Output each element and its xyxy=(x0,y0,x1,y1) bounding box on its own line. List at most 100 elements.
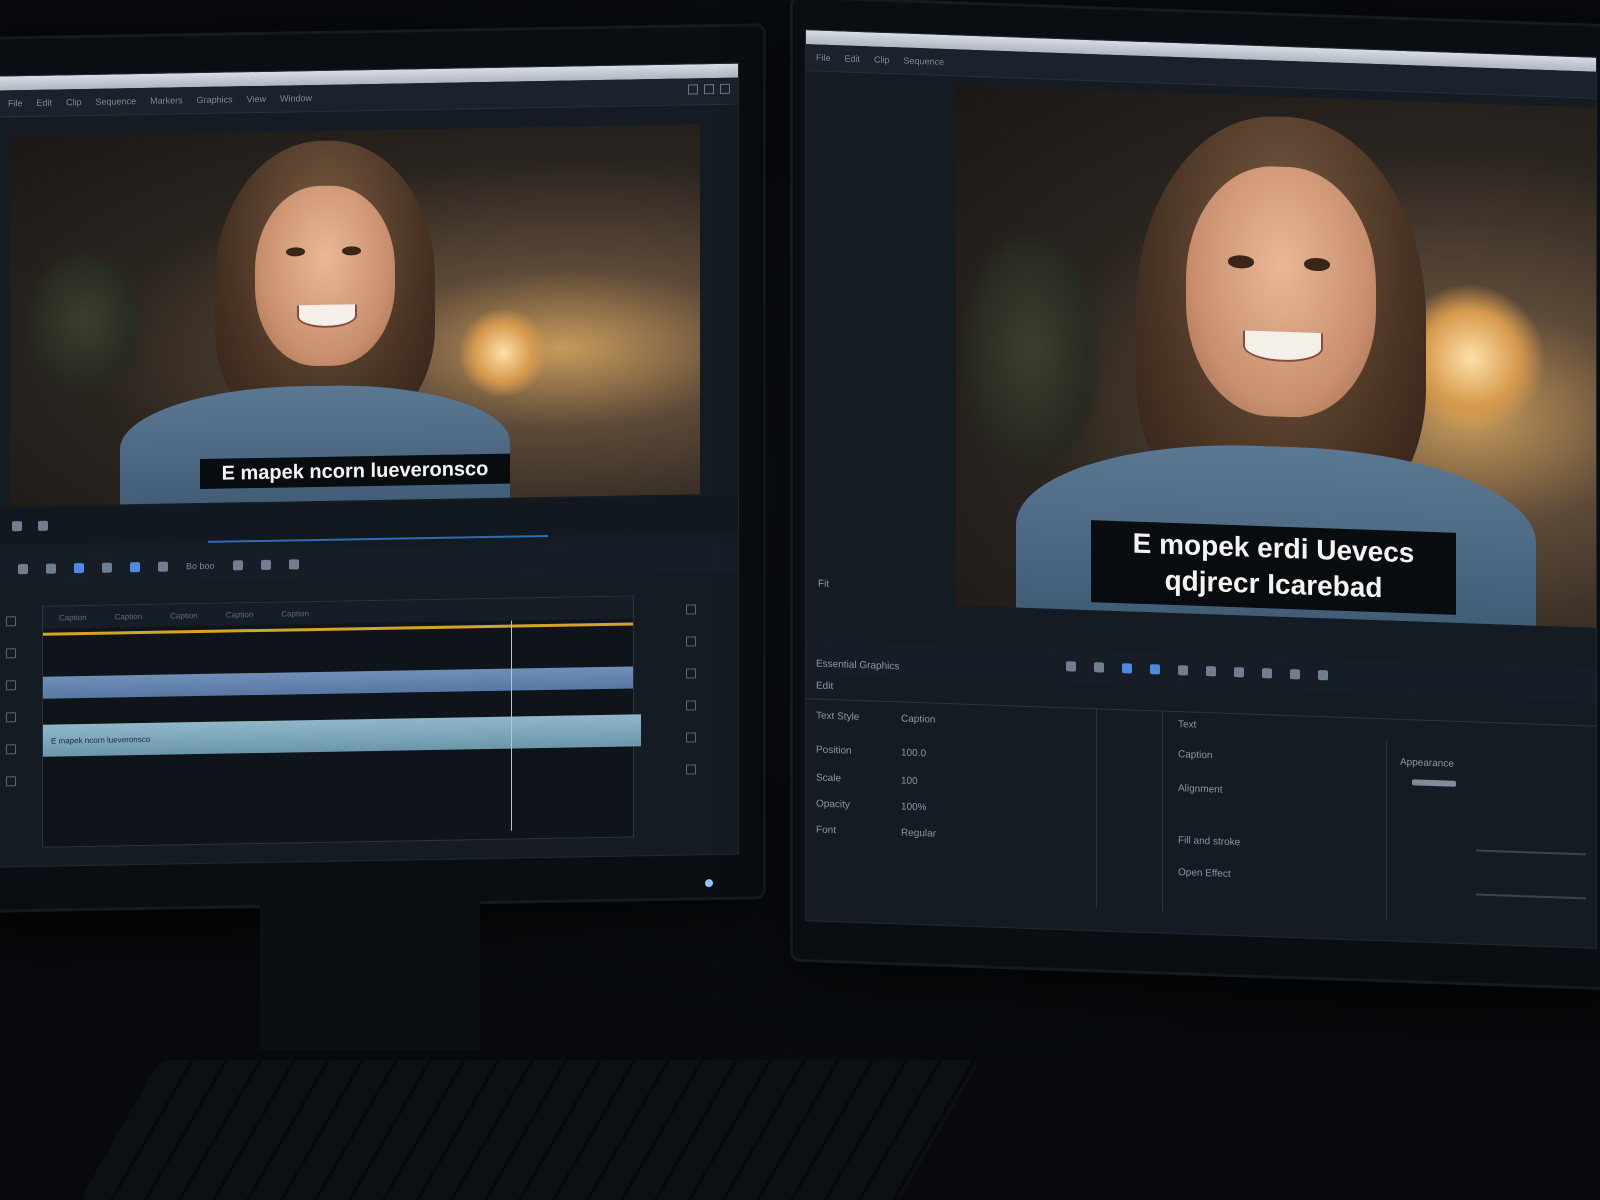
lock-track-icon[interactable] xyxy=(6,680,16,691)
snap-icon[interactable] xyxy=(260,559,271,570)
zoom-icon[interactable] xyxy=(686,732,696,743)
playhead[interactable] xyxy=(511,620,512,831)
scale-slider[interactable] xyxy=(1476,849,1586,856)
zoom-icon[interactable] xyxy=(686,636,696,647)
camera-icon[interactable] xyxy=(1290,669,1300,680)
right-monitor: File Edit Clip Sequence E mopek erdi Uev… xyxy=(790,0,1600,991)
menu-markers[interactable]: Markers xyxy=(150,95,183,106)
step-forward-icon[interactable] xyxy=(1150,664,1160,675)
lock-track-icon[interactable] xyxy=(6,616,16,627)
play-icon[interactable] xyxy=(12,521,22,532)
play-icon[interactable] xyxy=(1122,663,1132,674)
section-item[interactable]: Alignment xyxy=(1178,783,1222,796)
keyboard xyxy=(79,1060,981,1200)
menu-view[interactable]: View xyxy=(247,94,266,104)
left-caption-overlay[interactable]: E mapek ncorn lueveronsco xyxy=(200,453,510,490)
timeline-panel[interactable]: Caption Caption Caption Caption Caption … xyxy=(42,595,641,848)
add-button-icon[interactable] xyxy=(1318,670,1328,681)
prop-value[interactable]: Regular xyxy=(901,827,936,839)
divider xyxy=(1162,710,1163,911)
type-tool-icon[interactable] xyxy=(130,562,140,573)
section-header: Text xyxy=(1178,719,1197,731)
right-caption-overlay[interactable]: E mopek erdi Uevecs qdjrecr Icarebad xyxy=(1091,520,1456,615)
insert-icon[interactable] xyxy=(1178,665,1188,676)
menu-window[interactable]: Window xyxy=(280,93,312,104)
prop-value[interactable]: 100% xyxy=(901,801,927,813)
lock-track-icon[interactable] xyxy=(6,648,16,659)
lock-track-icon[interactable] xyxy=(6,712,16,723)
program-monitor-viewer[interactable]: E mopek erdi Uevecs qdjrecr Icarebad xyxy=(956,85,1596,628)
left-tools-toolbar: Bo boo xyxy=(0,541,738,585)
prop-label: Font xyxy=(816,824,837,837)
menu-clip[interactable]: Clip xyxy=(66,97,82,107)
menu-graphics[interactable]: Graphics xyxy=(197,94,233,105)
section-item[interactable]: Fill and stroke xyxy=(1178,835,1240,848)
prop-value[interactable]: Caption xyxy=(901,713,935,725)
caption-clip[interactable]: E mapek ncorn lueveronsco xyxy=(43,714,641,757)
razor-tool-icon[interactable] xyxy=(46,563,56,574)
zoom-icon[interactable] xyxy=(686,668,696,679)
prop-label: Text Style xyxy=(816,710,860,723)
prop-label: Scale xyxy=(816,772,842,785)
clip-label: Caption xyxy=(281,608,309,619)
track-header-tools xyxy=(6,616,16,787)
menu-clip[interactable]: Clip xyxy=(874,55,890,66)
lock-track-icon[interactable] xyxy=(6,776,16,787)
pen-tool-icon[interactable] xyxy=(158,561,168,572)
clip-label: Caption xyxy=(59,612,87,622)
clip-label: Caption xyxy=(114,611,143,622)
zoom-icon[interactable] xyxy=(686,604,696,615)
person-on-camera xyxy=(120,138,510,507)
zoom-icon[interactable] xyxy=(686,700,696,711)
select-tool-icon[interactable] xyxy=(18,564,28,575)
video-clip[interactable] xyxy=(43,666,633,699)
menu-sequence[interactable]: Sequence xyxy=(96,96,137,107)
toolbar-label: Bo boo xyxy=(186,560,215,572)
power-led xyxy=(705,879,713,888)
right-tools-toolbar xyxy=(806,640,1596,702)
settings-icon[interactable] xyxy=(1262,668,1272,679)
eye xyxy=(285,247,306,257)
prop-label: Opacity xyxy=(816,798,850,811)
ripple-tool-icon[interactable] xyxy=(74,563,84,574)
clip-label: Caption xyxy=(170,610,198,621)
menu-edit[interactable]: Edit xyxy=(37,98,53,108)
menu-edit[interactable]: Edit xyxy=(845,53,861,64)
rotation-slider[interactable] xyxy=(1476,893,1586,900)
mark-in-icon[interactable] xyxy=(1066,661,1076,672)
section-item[interactable]: Caption xyxy=(1178,749,1212,761)
menu-sequence[interactable]: Sequence xyxy=(904,56,945,67)
menu-file[interactable]: File xyxy=(8,98,23,108)
eye xyxy=(1227,254,1255,269)
step-back-icon[interactable] xyxy=(38,520,48,531)
divider xyxy=(1386,740,1387,921)
right-column-label: Appearance xyxy=(1400,756,1454,770)
close-icon[interactable] xyxy=(720,83,730,94)
smile xyxy=(297,304,357,329)
export-frame-icon[interactable] xyxy=(1234,667,1244,678)
left-monitor-stand xyxy=(260,900,480,1050)
right-editor-window: File Edit Clip Sequence E mopek erdi Uev… xyxy=(805,29,1597,949)
smile xyxy=(1243,330,1323,363)
left-editor-window: File Edit Clip Sequence Markers Graphics… xyxy=(0,62,739,868)
mark-out-icon[interactable] xyxy=(1094,662,1104,673)
prop-value[interactable]: 100.0 xyxy=(901,747,926,759)
zoom-fit-select[interactable]: Fit xyxy=(818,579,829,590)
zoom-icon[interactable] xyxy=(686,764,696,775)
divider xyxy=(1096,708,1097,909)
link-icon[interactable] xyxy=(288,559,299,570)
lock-track-icon[interactable] xyxy=(6,744,16,755)
caption-clip-text: E mapek ncorn lueveronsco xyxy=(51,734,151,746)
menu-file[interactable]: File xyxy=(816,52,831,63)
left-monitor: File Edit Clip Sequence Markers Graphics… xyxy=(0,23,766,913)
marker-icon[interactable] xyxy=(232,560,243,571)
maximize-icon[interactable] xyxy=(704,84,714,95)
opacity-slider[interactable] xyxy=(1412,779,1456,787)
minimize-icon[interactable] xyxy=(688,84,698,95)
overwrite-icon[interactable] xyxy=(1206,666,1216,677)
section-item[interactable]: Open Effect xyxy=(1178,867,1231,880)
panel-tab-edit[interactable]: Edit xyxy=(816,680,833,692)
program-monitor-viewer[interactable]: E mapek ncorn lueveronsco xyxy=(10,124,700,507)
hand-tool-icon[interactable] xyxy=(102,562,112,573)
prop-value[interactable]: 100 xyxy=(901,775,918,787)
